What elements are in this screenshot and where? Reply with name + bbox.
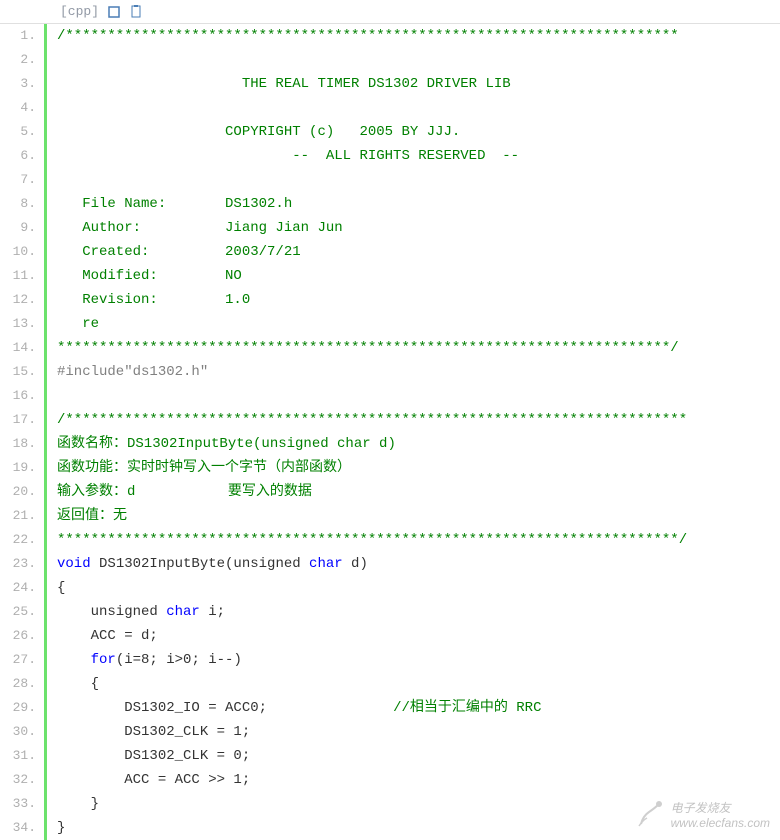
code-line: -- ALL RIGHTS RESERVED -- [57, 144, 780, 168]
code-line: 输入参数：d 要写入的数据 [57, 480, 780, 504]
line-number: 30. [0, 720, 36, 744]
code-line [57, 168, 780, 192]
code-line: File Name: DS1302.h [57, 192, 780, 216]
code-line: 返回值：无 [57, 504, 780, 528]
code-line: { [57, 672, 780, 696]
line-number: 4. [0, 96, 36, 120]
line-number: 17. [0, 408, 36, 432]
line-number: 32. [0, 768, 36, 792]
code-line [57, 48, 780, 72]
code-line [57, 384, 780, 408]
line-number: 24. [0, 576, 36, 600]
line-number: 5. [0, 120, 36, 144]
code-line: DS1302_CLK = 0; [57, 744, 780, 768]
view-plain-icon[interactable] [107, 5, 121, 19]
code-line: ****************************************… [57, 336, 780, 360]
line-number: 12. [0, 288, 36, 312]
line-number: 15. [0, 360, 36, 384]
code-line: re [57, 312, 780, 336]
code-line: for(i=8; i>0; i--) [57, 648, 780, 672]
language-tag: [cpp] [60, 4, 99, 19]
line-number: 10. [0, 240, 36, 264]
code-line: 函数名称：DS1302InputByte(unsigned char d) [57, 432, 780, 456]
line-number: 13. [0, 312, 36, 336]
line-number: 31. [0, 744, 36, 768]
code-line: void DS1302InputByte(unsigned char d) [57, 552, 780, 576]
line-number: 1. [0, 24, 36, 48]
watermark: 电子发烧友 www.elecfans.com [633, 798, 770, 830]
code-header: [cpp] [0, 0, 780, 23]
code-line: DS1302_CLK = 1; [57, 720, 780, 744]
code-line: DS1302_IO = ACC0; //相当于汇编中的 RRC [57, 696, 780, 720]
code-line: Revision: 1.0 [57, 288, 780, 312]
code-line [57, 96, 780, 120]
line-number-gutter: 1.2.3.4.5.6.7.8.9.10.11.12.13.14.15.16.1… [0, 24, 44, 840]
line-number: 22. [0, 528, 36, 552]
line-number: 7. [0, 168, 36, 192]
code-line: /***************************************… [57, 408, 780, 432]
code-line: Created: 2003/7/21 [57, 240, 780, 264]
code-line: /***************************************… [57, 24, 780, 48]
line-number: 18. [0, 432, 36, 456]
line-number: 25. [0, 600, 36, 624]
line-number: 33. [0, 792, 36, 816]
code-line: ****************************************… [57, 528, 780, 552]
code-line: THE REAL TIMER DS1302 DRIVER LIB [57, 72, 780, 96]
line-number: 21. [0, 504, 36, 528]
watermark-text-1: 电子发烧友 [671, 799, 770, 816]
code-line: Author: Jiang Jian Jun [57, 216, 780, 240]
line-number: 16. [0, 384, 36, 408]
watermark-text-2: www.elecfans.com [671, 816, 770, 830]
line-number: 14. [0, 336, 36, 360]
line-number: 23. [0, 552, 36, 576]
code-line: #include"ds1302.h" [57, 360, 780, 384]
code-line: Modified: NO [57, 264, 780, 288]
line-number: 27. [0, 648, 36, 672]
line-number: 19. [0, 456, 36, 480]
code-line: ACC = d; [57, 624, 780, 648]
line-number: 34. [0, 816, 36, 840]
line-number: 6. [0, 144, 36, 168]
code-container: 1.2.3.4.5.6.7.8.9.10.11.12.13.14.15.16.1… [0, 23, 780, 840]
line-number: 9. [0, 216, 36, 240]
line-number: 8. [0, 192, 36, 216]
code-area[interactable]: /***************************************… [44, 24, 780, 840]
code-line: ACC = ACC >> 1; [57, 768, 780, 792]
watermark-logo-icon [633, 798, 665, 830]
line-number: 11. [0, 264, 36, 288]
code-line: { [57, 576, 780, 600]
code-line: COPYRIGHT (c) 2005 BY JJJ. [57, 120, 780, 144]
line-number: 2. [0, 48, 36, 72]
line-number: 28. [0, 672, 36, 696]
line-number: 26. [0, 624, 36, 648]
code-line: 函数功能：实时时钟写入一个字节（内部函数） [57, 456, 780, 480]
line-number: 3. [0, 72, 36, 96]
line-number: 20. [0, 480, 36, 504]
copy-icon[interactable] [129, 5, 143, 19]
code-line: unsigned char i; [57, 600, 780, 624]
line-number: 29. [0, 696, 36, 720]
